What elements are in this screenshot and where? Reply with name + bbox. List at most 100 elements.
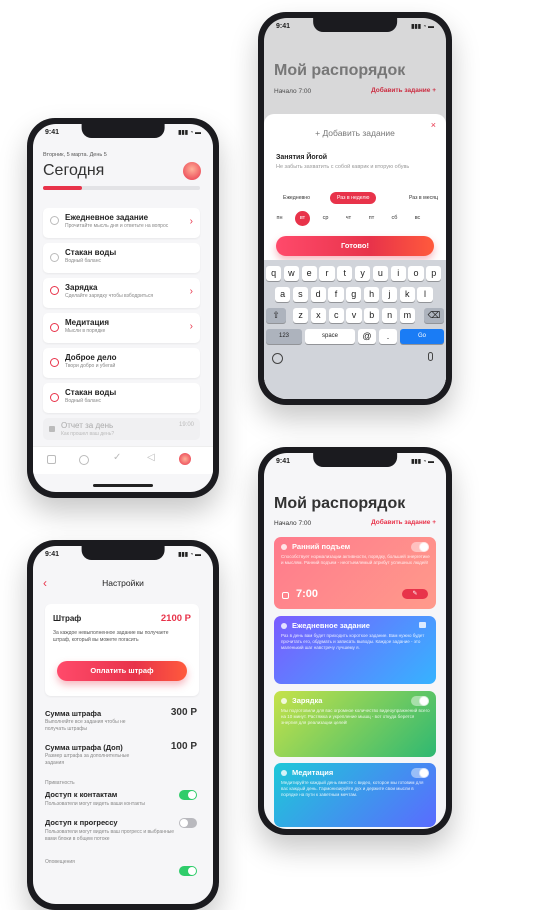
at-key[interactable]: @ xyxy=(358,329,376,344)
done-button[interactable]: Готово! xyxy=(276,236,434,256)
key[interactable]: q xyxy=(266,266,282,281)
weekday-option[interactable]: ср xyxy=(318,211,333,226)
pay-fine-button[interactable]: Оплатить штраф xyxy=(57,661,187,681)
key[interactable]: e xyxy=(301,266,317,281)
key[interactable]: m xyxy=(399,308,415,323)
send-icon[interactable]: ◁ xyxy=(147,452,155,463)
report-card[interactable]: Отчет за день Как прошел ваш день? 19:00 xyxy=(43,418,200,440)
key[interactable]: j xyxy=(381,287,397,302)
key[interactable]: o xyxy=(408,266,424,281)
key[interactable]: r xyxy=(319,266,335,281)
key[interactable]: s xyxy=(292,287,308,302)
microphone-icon[interactable] xyxy=(428,352,433,361)
key[interactable]: l xyxy=(417,287,433,302)
status-bar: 9:41 ▮▮▮ ◔ ▬ xyxy=(276,23,434,30)
key[interactable]: p xyxy=(426,266,442,281)
weekday-option[interactable]: сб xyxy=(387,211,402,226)
fine-sum-description: Выполняйте все задания чтобы не получать… xyxy=(45,719,126,732)
key[interactable]: h xyxy=(364,287,380,302)
empty-circle-icon[interactable] xyxy=(50,393,59,402)
empty-circle-icon[interactable] xyxy=(50,358,59,367)
contacts-toggle[interactable] xyxy=(179,790,197,800)
key[interactable]: c xyxy=(328,308,344,323)
empty-circle-icon[interactable] xyxy=(50,286,59,295)
task-subtitle: Твори добро и убегай xyxy=(65,363,116,369)
avatar[interactable] xyxy=(183,162,201,180)
key[interactable]: f xyxy=(328,287,344,302)
fine-sum-value[interactable]: 300 Р xyxy=(171,707,197,718)
weekday-option[interactable]: пт xyxy=(364,211,379,226)
add-task-screen: 9:41 ▮▮▮ ◔ ▬ Мой распорядок Начало 7:00 Д… xyxy=(264,18,446,399)
fine-extra-description: Размер штрафа за дополнительные задания xyxy=(45,753,130,766)
progress-access-description: Пользователи могут видеть ваш прогресс и… xyxy=(45,829,175,842)
signal-wifi-battery-icon: ▮▮▮ ◔ ▬ xyxy=(178,552,201,558)
page-title: Сегодня xyxy=(43,162,105,179)
card-toggle[interactable] xyxy=(411,696,429,706)
schedule-card[interactable]: Ежедневное задание Раз в день вам будет п… xyxy=(274,616,436,684)
key[interactable]: d xyxy=(310,287,326,302)
key[interactable]: t xyxy=(337,266,353,281)
task-name-input[interactable]: Занятия Йогой xyxy=(276,154,327,161)
key[interactable]: k xyxy=(399,287,415,302)
fine-extra-value[interactable]: 100 Р xyxy=(171,741,197,752)
schedule-card[interactable]: Зарядка Мы подготовили для вас огромное к… xyxy=(274,691,436,757)
go-key[interactable]: Go xyxy=(400,329,444,344)
task-card[interactable]: Медитация Мысли в порядке › xyxy=(43,313,200,343)
key[interactable]: x xyxy=(310,308,326,323)
task-note-input[interactable]: Не забыть захватить с собой каврик и вто… xyxy=(276,164,416,171)
alarm-icon xyxy=(282,592,289,599)
calendar-icon[interactable] xyxy=(47,455,56,464)
weekday-option[interactable]: чт xyxy=(341,211,356,226)
card-title: Ранний подъем xyxy=(292,542,351,551)
key[interactable]: u xyxy=(372,266,388,281)
emoji-icon[interactable] xyxy=(272,353,283,364)
schedule-card[interactable]: Медитация Медитируйте каждый день вместе … xyxy=(274,763,436,827)
key[interactable]: b xyxy=(364,308,380,323)
add-task-link[interactable]: Добавить задание + xyxy=(371,519,436,526)
key[interactable]: i xyxy=(390,266,406,281)
backspace-key-icon[interactable]: ⌫ xyxy=(424,308,444,323)
profile-avatar-icon[interactable] xyxy=(179,453,191,465)
task-card[interactable]: Ежедневное задание Прочитайте мысль дня и… xyxy=(43,208,200,238)
frequency-option[interactable]: Ежедневно xyxy=(276,192,317,204)
card-time[interactable]: 7:00 xyxy=(296,588,318,600)
task-card[interactable]: Стакан воды Водный баланс xyxy=(43,383,200,413)
done-circle-icon[interactable] xyxy=(50,216,59,225)
weekday-option[interactable]: пн xyxy=(272,211,287,226)
fine-amount: 2100 Р xyxy=(160,613,191,624)
key[interactable]: v xyxy=(346,308,362,323)
space-key[interactable]: space xyxy=(305,329,355,344)
task-card[interactable]: Стакан воды Водный баланс xyxy=(43,243,200,273)
check-icon[interactable]: ✓ xyxy=(113,452,121,463)
frequency-option[interactable]: Раз в неделю xyxy=(330,192,377,204)
key[interactable]: z xyxy=(293,308,309,323)
weekday-option[interactable]: вт xyxy=(295,211,310,226)
key[interactable]: n xyxy=(382,308,398,323)
task-card[interactable]: Зарядка Сделайте зарядку чтобы взбодритьс… xyxy=(43,278,200,308)
schedule-card[interactable]: Ранний подъем Способствует нормализации а… xyxy=(274,537,436,609)
dot-key[interactable]: . xyxy=(379,329,397,344)
clock-icon[interactable] xyxy=(79,455,89,465)
weekday-option[interactable]: вс xyxy=(410,211,425,226)
shift-key-icon[interactable]: ⇧ xyxy=(266,308,286,323)
schedule-start[interactable]: Начало 7:00 xyxy=(274,520,311,527)
task-card[interactable]: Доброе дело Твори добро и убегай xyxy=(43,348,200,378)
empty-circle-icon[interactable] xyxy=(50,323,59,332)
report-title: Отчет за день xyxy=(61,421,114,430)
key[interactable]: a xyxy=(275,287,291,302)
report-subtitle: Как прошел ваш день? xyxy=(61,431,115,437)
card-toggle[interactable] xyxy=(411,768,429,778)
notifications-toggle[interactable] xyxy=(179,866,197,876)
done-circle-icon[interactable] xyxy=(50,253,59,262)
numbers-key[interactable]: 123 xyxy=(266,329,302,344)
fine-sum-title: Сумма штрафа xyxy=(45,709,102,718)
progress-access-toggle[interactable] xyxy=(179,818,197,828)
edit-button[interactable]: ✎ xyxy=(402,589,428,599)
card-toggle[interactable] xyxy=(411,542,429,552)
key[interactable]: y xyxy=(355,266,371,281)
frequency-option[interactable]: Раз в месяц xyxy=(402,192,445,204)
tab-bar: ✓ ◁ xyxy=(33,446,213,474)
key[interactable]: g xyxy=(346,287,362,302)
key[interactable]: w xyxy=(283,266,299,281)
task-subtitle: Водный баланс xyxy=(65,398,101,404)
